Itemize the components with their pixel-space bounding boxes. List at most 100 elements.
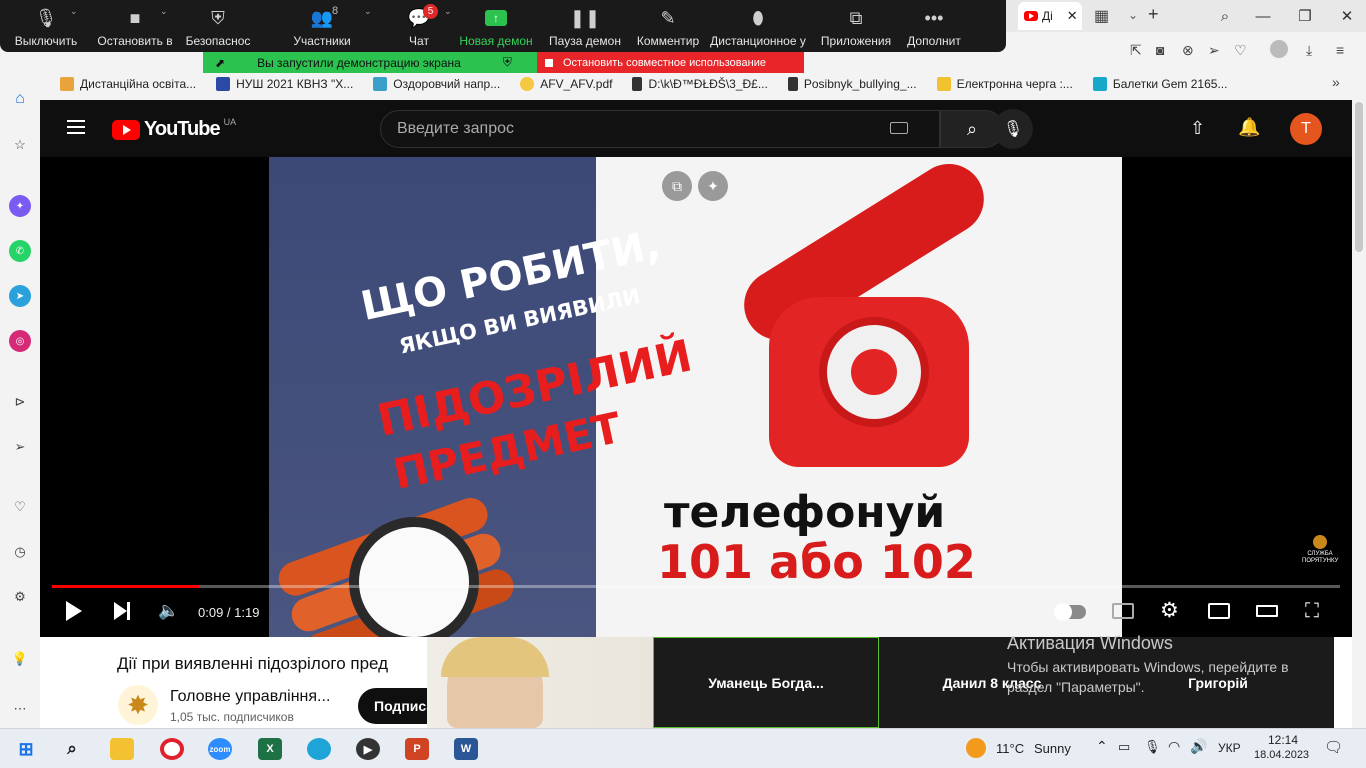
- chevron-down-icon[interactable]: ⌄: [444, 6, 452, 17]
- next-button[interactable]: [114, 602, 127, 620]
- remote-control-button[interactable]: ⬮ Дистанционное у: [706, 0, 810, 52]
- security-button[interactable]: ⛨ Безопаснос: [178, 0, 258, 52]
- participants-button[interactable]: 👥 8 ⌄ Участники: [258, 0, 386, 52]
- settings-gear-icon[interactable]: ⚙: [1160, 598, 1179, 623]
- youtube-logo[interactable]: YouTube UA: [112, 117, 236, 141]
- language-indicator[interactable]: УКР: [1218, 741, 1241, 755]
- subtitles-icon[interactable]: [1112, 603, 1134, 619]
- stop-share-button[interactable]: Остановить совместное использование: [537, 52, 804, 73]
- bookmark-item[interactable]: Електронна черга :...: [927, 77, 1083, 91]
- notification-center-icon[interactable]: 🗨: [1324, 738, 1343, 756]
- apps-button[interactable]: ⧉ Приложения: [810, 0, 902, 52]
- participant-tile[interactable]: Уманець Богда...: [653, 637, 879, 728]
- bookmarks-overflow-icon[interactable]: »: [1332, 74, 1340, 90]
- chevron-down-icon[interactable]: ⌄: [364, 6, 372, 17]
- channel-watermark[interactable]: СЛУЖБА ПОРЯТУНКУ: [1302, 535, 1338, 565]
- microphone-tray-icon[interactable]: 🎙: [1144, 739, 1161, 755]
- excel-icon[interactable]: X: [258, 738, 282, 760]
- media-player-icon[interactable]: ▶: [356, 738, 380, 760]
- bookmark-item[interactable]: D:\k\Ð™ÐŁÐŠ\3_Ð£...: [622, 77, 777, 91]
- page-scrollbar[interactable]: [1352, 100, 1366, 728]
- avatar[interactable]: T: [1290, 113, 1322, 145]
- frame-top-icon[interactable]: ⧉: [662, 171, 692, 201]
- bookmark-item[interactable]: Оздоровчий напр...: [363, 77, 510, 91]
- star-icon[interactable]: ☆: [9, 134, 31, 156]
- annotate-button[interactable]: ✎ Комментир: [630, 0, 706, 52]
- hamburger-menu-icon[interactable]: [67, 120, 85, 134]
- word-icon[interactable]: W: [454, 738, 478, 760]
- tab-youtube[interactable]: Ді ✕: [1018, 2, 1082, 30]
- mute-button[interactable]: 🎙 ⌄ Выключить: [0, 0, 92, 52]
- powerpoint-icon[interactable]: P: [405, 738, 429, 760]
- tab-close-icon[interactable]: ✕: [1067, 8, 1078, 24]
- battery-icon[interactable]: ▭: [1118, 739, 1130, 755]
- notifications-bell-icon[interactable]: 🔔: [1238, 117, 1260, 138]
- frame-sparkle-icon[interactable]: ✦: [698, 171, 728, 201]
- tray-chevron-icon[interactable]: ⌃: [1096, 738, 1108, 755]
- keyboard-icon[interactable]: [890, 122, 908, 134]
- voice-search-button[interactable]: 🎙: [993, 109, 1033, 149]
- heart-icon[interactable]: ♡: [9, 496, 31, 518]
- bookmark-item[interactable]: Дистанційна освіта...: [50, 77, 206, 91]
- stop-video-button[interactable]: ■ ⌄ Остановить в: [92, 0, 178, 52]
- profile-icon[interactable]: [1270, 40, 1288, 58]
- new-share-button[interactable]: ↑ Новая демон: [452, 0, 540, 52]
- volume-icon[interactable]: 🔈: [158, 601, 179, 621]
- new-tab-button[interactable]: +: [1148, 4, 1159, 25]
- whatsapp-icon[interactable]: ✆: [9, 240, 31, 262]
- player-icon[interactable]: ⊳: [9, 391, 31, 413]
- bookmark-item[interactable]: AFV_AFV.pdf: [510, 77, 622, 91]
- fullscreen-icon[interactable]: ⛶: [1305, 600, 1319, 623]
- workspaces-icon[interactable]: ▦: [1094, 6, 1109, 26]
- opera-icon[interactable]: [160, 738, 184, 760]
- progress-bar[interactable]: [52, 585, 1340, 588]
- search-input[interactable]: Введите запрос: [380, 110, 940, 148]
- search-tabs-icon[interactable]: ⌕: [1210, 4, 1240, 28]
- play-button[interactable]: [66, 601, 82, 621]
- camera-icon[interactable]: ◙: [1156, 42, 1164, 58]
- tab-chevron-icon[interactable]: ⌄: [1128, 8, 1138, 22]
- settings-icon[interactable]: ⚙: [9, 586, 31, 608]
- more-icon[interactable]: ⋯: [9, 698, 31, 720]
- theater-mode-icon[interactable]: [1256, 605, 1278, 617]
- weather-temperature[interactable]: 11°C: [996, 741, 1024, 756]
- send-icon[interactable]: ➢: [1208, 42, 1220, 59]
- channel-emblem-icon[interactable]: ✸: [118, 685, 158, 725]
- zoom-app-icon[interactable]: zoom: [208, 738, 232, 760]
- instagram-icon[interactable]: ◎: [9, 330, 31, 352]
- wifi-icon[interactable]: ◠: [1168, 738, 1180, 755]
- messenger-icon[interactable]: ✦: [9, 195, 31, 217]
- windows-start-icon[interactable]: ⊞: [14, 738, 38, 760]
- file-explorer-icon[interactable]: [110, 738, 134, 760]
- channel-name[interactable]: Головне управління...: [170, 688, 330, 706]
- share-icon[interactable]: ⇱: [1130, 42, 1142, 59]
- clock-date[interactable]: 18.04.2023: [1254, 749, 1309, 761]
- clock-time[interactable]: 12:14: [1268, 733, 1298, 747]
- download-icon[interactable]: ⤓: [1306, 42, 1312, 59]
- block-icon[interactable]: ⊗: [1182, 42, 1194, 59]
- self-video-tile[interactable]: [427, 637, 653, 728]
- chevron-down-icon[interactable]: ⌄: [160, 6, 168, 17]
- more-button[interactable]: ••• Дополнит: [902, 0, 966, 52]
- video-player[interactable]: ЩО РОБИТИ, ЯКЩО ВИ ВИЯВИЛИ ПІДОЗРІЛИЙ ПР…: [40, 157, 1352, 637]
- bookmark-item[interactable]: Балетки Gem 2165...: [1083, 77, 1238, 91]
- scrollbar-thumb[interactable]: [1355, 102, 1363, 252]
- telegram-icon[interactable]: ➤: [9, 285, 31, 307]
- close-window-button[interactable]: ✕: [1332, 4, 1362, 28]
- browser-menu-icon[interactable]: ≡: [1336, 42, 1344, 58]
- search-icon[interactable]: ⌕: [60, 738, 84, 760]
- bookmark-item[interactable]: НУШ 2021 КВНЗ "Х...: [206, 77, 363, 91]
- minimize-button[interactable]: —: [1248, 4, 1278, 28]
- upload-icon[interactable]: ⇧: [1190, 118, 1205, 139]
- chevron-down-icon[interactable]: ⌄: [70, 6, 78, 17]
- edge-icon[interactable]: [307, 738, 331, 760]
- send-icon[interactable]: ➢: [9, 436, 31, 458]
- weather-sun-icon[interactable]: [966, 738, 986, 758]
- bookmark-item[interactable]: Posibnyk_bullying_...: [778, 77, 927, 91]
- favorite-icon[interactable]: ♡: [1234, 42, 1247, 59]
- history-icon[interactable]: ◷: [9, 541, 31, 563]
- miniplayer-icon[interactable]: [1208, 603, 1230, 619]
- lightbulb-icon[interactable]: 💡: [9, 648, 31, 670]
- volume-tray-icon[interactable]: 🔊: [1190, 738, 1207, 755]
- restore-button[interactable]: ❐: [1290, 4, 1320, 28]
